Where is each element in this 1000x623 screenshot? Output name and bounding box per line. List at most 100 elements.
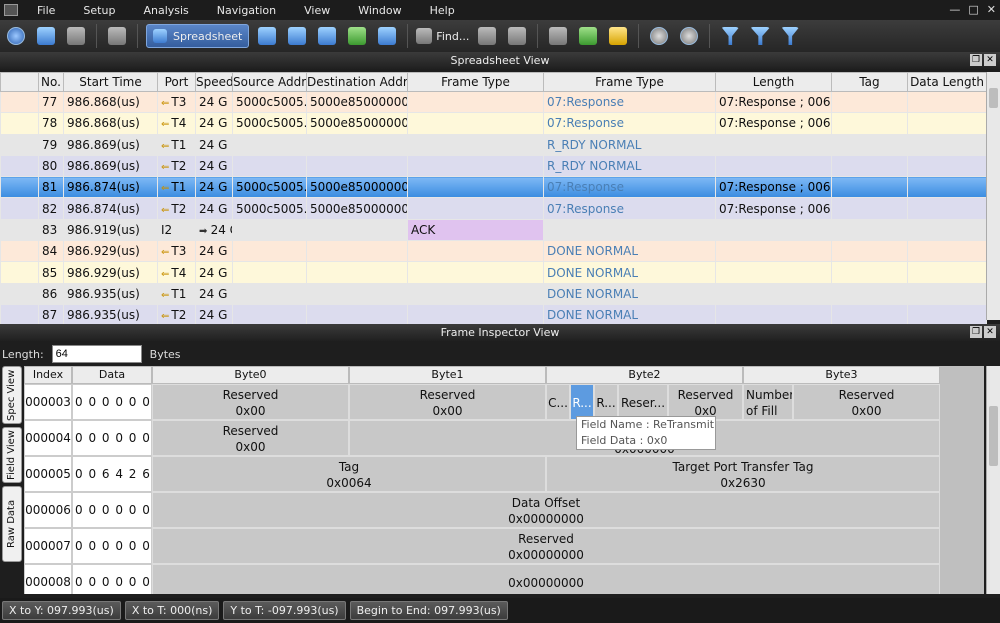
cell-start-time: 986.929(us): [63, 261, 158, 284]
marker-button-3[interactable]: [606, 24, 630, 48]
fi-row[interactable]: 000004 0 0 0 0 0 0 0 0 Reserved 0x00 0x00…: [24, 420, 984, 456]
col-header-port[interactable]: Port: [157, 72, 196, 92]
col-header-no[interactable]: No.: [38, 72, 64, 92]
field-reserved[interactable]: Reserved 0x00: [793, 384, 940, 420]
field-number-of-fill[interactable]: Number of Fill ...: [743, 384, 793, 420]
tab-field-view[interactable]: Field View: [2, 427, 22, 483]
scrollbar-thumb[interactable]: [989, 406, 998, 466]
cell-port: ⇐ T1: [157, 133, 196, 156]
fi-row[interactable]: 000007 0 0 0 0 0 0 0 0 Reserved 0x0000000…: [24, 528, 984, 564]
zoom-in-button[interactable]: [647, 24, 671, 48]
cell-source-addr: [232, 133, 307, 156]
separator: [137, 24, 138, 48]
channel-filter-button[interactable]: [748, 24, 772, 48]
table-row[interactable]: 80 986.869(us) ⇐ T2 24 G R_RDY NORMAL: [0, 154, 987, 178]
view-button-3[interactable]: [285, 24, 309, 48]
separator: [407, 24, 409, 48]
table-row[interactable]: 81986.874(us)⇐T124 G5000c5005...5000e850…: [0, 176, 987, 199]
fi-row[interactable]: 000006 0 0 0 0 0 0 0 0 Data Offset 0x0000…: [24, 492, 984, 528]
fi-row[interactable]: 000005 0 0 6 4 2 6 3 0 Tag 0x0064 Target …: [24, 456, 984, 492]
menu-navigation[interactable]: Navigation: [204, 4, 291, 17]
field-target-port-transfer-tag[interactable]: Target Port Transfer Tag 0x2630: [546, 456, 940, 492]
field-reserved-short[interactable]: Reser...: [618, 384, 668, 420]
table-row[interactable]: 78986.868(us)⇐T424 G5000c5005...5000e850…: [0, 112, 987, 135]
field-reserved[interactable]: Reserved 0x00000000: [152, 528, 940, 564]
table-row[interactable]: 86 986.935(us) ⇐ T1 24 G DONE NORMAL: [0, 282, 987, 305]
view-button-6[interactable]: [375, 24, 399, 48]
menu-analysis[interactable]: Analysis: [130, 4, 203, 17]
spreadsheet-scrollbar[interactable]: [986, 72, 1000, 320]
cell-data-length: [907, 240, 987, 263]
spreadsheet-view-button[interactable]: Spreadsheet: [146, 24, 250, 48]
maximize-button[interactable]: □: [968, 3, 978, 16]
cell-speed: 24 G: [195, 112, 233, 135]
marker-button-1[interactable]: [546, 24, 570, 48]
field-tag[interactable]: Tag 0x0064: [152, 456, 546, 492]
field-reserved[interactable]: Reserved 0x00: [152, 384, 349, 420]
col-header-speed[interactable]: Speed: [195, 72, 233, 92]
zoom-out-button[interactable]: [677, 24, 701, 48]
filter-button[interactable]: [718, 24, 742, 48]
close-pane-icon[interactable]: ✕: [984, 54, 996, 66]
menu-setup[interactable]: Setup: [70, 4, 130, 17]
table-row[interactable]: 87 986.935(us) ⇐ T2 24 G DONE NORMAL: [0, 303, 987, 327]
fi-row[interactable]: 000003 0 0 0 0 0 0 0 0 Reserved 0x00 Rese…: [24, 384, 984, 420]
col-header-source-addr[interactable]: Source Addr.: [232, 72, 307, 92]
field-reserved[interactable]: Reserved 0x00: [152, 420, 349, 456]
menu-view[interactable]: View: [291, 4, 345, 17]
find-prev-button[interactable]: [475, 24, 499, 48]
float-pane-icon[interactable]: ❐: [970, 54, 982, 66]
table-row[interactable]: 84 986.929(us) ⇐ T3 24 G DONE NORMAL: [0, 240, 987, 263]
col-header-tag[interactable]: Tag: [831, 72, 908, 92]
col-header-start-time[interactable]: Start Time: [63, 72, 158, 92]
field-data-offset[interactable]: Data Offset 0x00000000: [152, 492, 940, 528]
col-header-frame-type-2[interactable]: Frame Type: [543, 72, 716, 92]
main-menu-button[interactable]: [4, 24, 28, 48]
cell-port: ⇐ T2: [157, 303, 196, 327]
table-row[interactable]: 79 986.869(us) ⇐ T1 24 G R_RDY NORMAL: [0, 133, 987, 156]
col-header-destination-addr[interactable]: Destination Addr.: [306, 72, 408, 92]
field-retransmit[interactable]: R...: [570, 384, 594, 420]
col-header-length[interactable]: Length: [715, 72, 832, 92]
cell-start-time: 986.929(us): [63, 240, 158, 263]
marker-button-2[interactable]: [576, 24, 600, 48]
cell-frame-type-2: DONE NORMAL: [543, 303, 716, 327]
col-header-marker[interactable]: [0, 72, 39, 92]
save-button[interactable]: [64, 24, 88, 48]
view-button-4[interactable]: [315, 24, 339, 48]
table-row[interactable]: 83986.919(us)I2 ➡ 24 G ACK: [0, 218, 987, 242]
field-reserved[interactable]: Reserved 0x0: [668, 384, 743, 420]
cell-tag: [831, 133, 908, 156]
field-reserved[interactable]: Reserved 0x00: [349, 384, 546, 420]
frame-inspector-scrollbar[interactable]: [986, 366, 1000, 594]
find-button[interactable]: Find...: [416, 24, 469, 48]
table-row[interactable]: 85 986.929(us) ⇐ T4 24 G DONE NORMAL: [0, 261, 987, 284]
menu-help[interactable]: Help: [417, 4, 470, 17]
field-r[interactable]: R...: [594, 384, 618, 420]
field-c[interactable]: C...: [546, 384, 570, 420]
separator: [638, 24, 640, 48]
float-pane-icon[interactable]: ❐: [970, 326, 982, 338]
close-pane-icon[interactable]: ✕: [984, 326, 996, 338]
settings-button[interactable]: [105, 24, 129, 48]
table-row[interactable]: 77986.868(us)⇐T324 G5000c5005...5000e850…: [0, 90, 987, 114]
tab-spec-view[interactable]: Spec View: [2, 366, 22, 424]
fi-row[interactable]: 000008 0 0 0 0 0 0 0 0 0x00000000: [24, 564, 984, 594]
table-row[interactable]: 82986.874(us)⇐T224 G5000c5005...5000e850…: [0, 197, 987, 220]
view-button-2[interactable]: [255, 24, 279, 48]
minimize-button[interactable]: —: [949, 3, 960, 16]
menu-file[interactable]: File: [24, 4, 70, 17]
col-header-frame-type-1[interactable]: Frame Type: [407, 72, 544, 92]
view-button-5[interactable]: [345, 24, 369, 48]
menu-window[interactable]: Window: [345, 4, 416, 17]
length-input[interactable]: [51, 345, 142, 363]
find-next-button[interactable]: [505, 24, 529, 48]
scrollbar-thumb[interactable]: [989, 88, 998, 108]
field-data[interactable]: 0x00000000: [152, 564, 940, 594]
tab-raw-data-view[interactable]: Raw Data View: [2, 486, 35, 562]
open-button[interactable]: [34, 24, 58, 48]
fi-header-data: Data: [72, 366, 152, 384]
close-button[interactable]: ✕: [987, 3, 996, 16]
clear-filter-button[interactable]: [778, 24, 802, 48]
col-header-data-length[interactable]: Data Length: [907, 72, 987, 92]
